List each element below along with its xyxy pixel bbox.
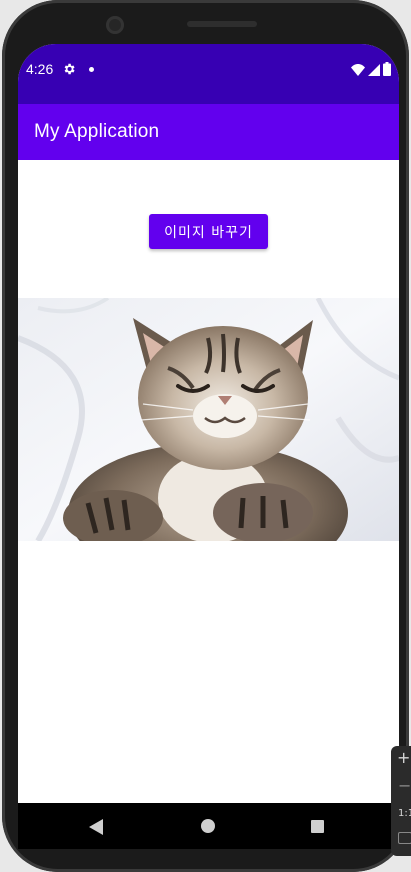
signal-icon: [368, 64, 380, 76]
gear-icon: [64, 63, 75, 75]
fit-screen-icon[interactable]: [398, 832, 411, 844]
app-bar: My Application: [18, 104, 399, 160]
zoom-ratio-button[interactable]: 1:1: [398, 808, 411, 819]
notification-dot-icon: [89, 67, 94, 72]
wifi-icon: [351, 64, 365, 76]
kitten-photo: [18, 298, 399, 541]
battery-icon: [383, 62, 391, 76]
app-title: My Application: [34, 121, 160, 142]
status-time: 4:26: [26, 61, 54, 77]
back-icon[interactable]: [89, 819, 103, 835]
earpiece-speaker: [187, 21, 257, 27]
phone-frame: 4:26 My Application 이미지 바꾸기: [2, 0, 409, 872]
recents-icon[interactable]: [311, 820, 324, 833]
front-camera: [106, 16, 124, 34]
home-icon[interactable]: [201, 819, 215, 833]
zoom-in-button[interactable]: +: [397, 748, 410, 767]
emulator-toolbar: + − 1:1: [391, 746, 411, 856]
status-icons: [351, 62, 391, 76]
zoom-out-button[interactable]: −: [398, 776, 411, 795]
change-image-button[interactable]: 이미지 바꾸기: [149, 214, 268, 249]
navigation-bar: [18, 803, 399, 849]
device-screen: 4:26 My Application 이미지 바꾸기: [18, 44, 399, 843]
status-bar: 4:26: [18, 44, 399, 104]
